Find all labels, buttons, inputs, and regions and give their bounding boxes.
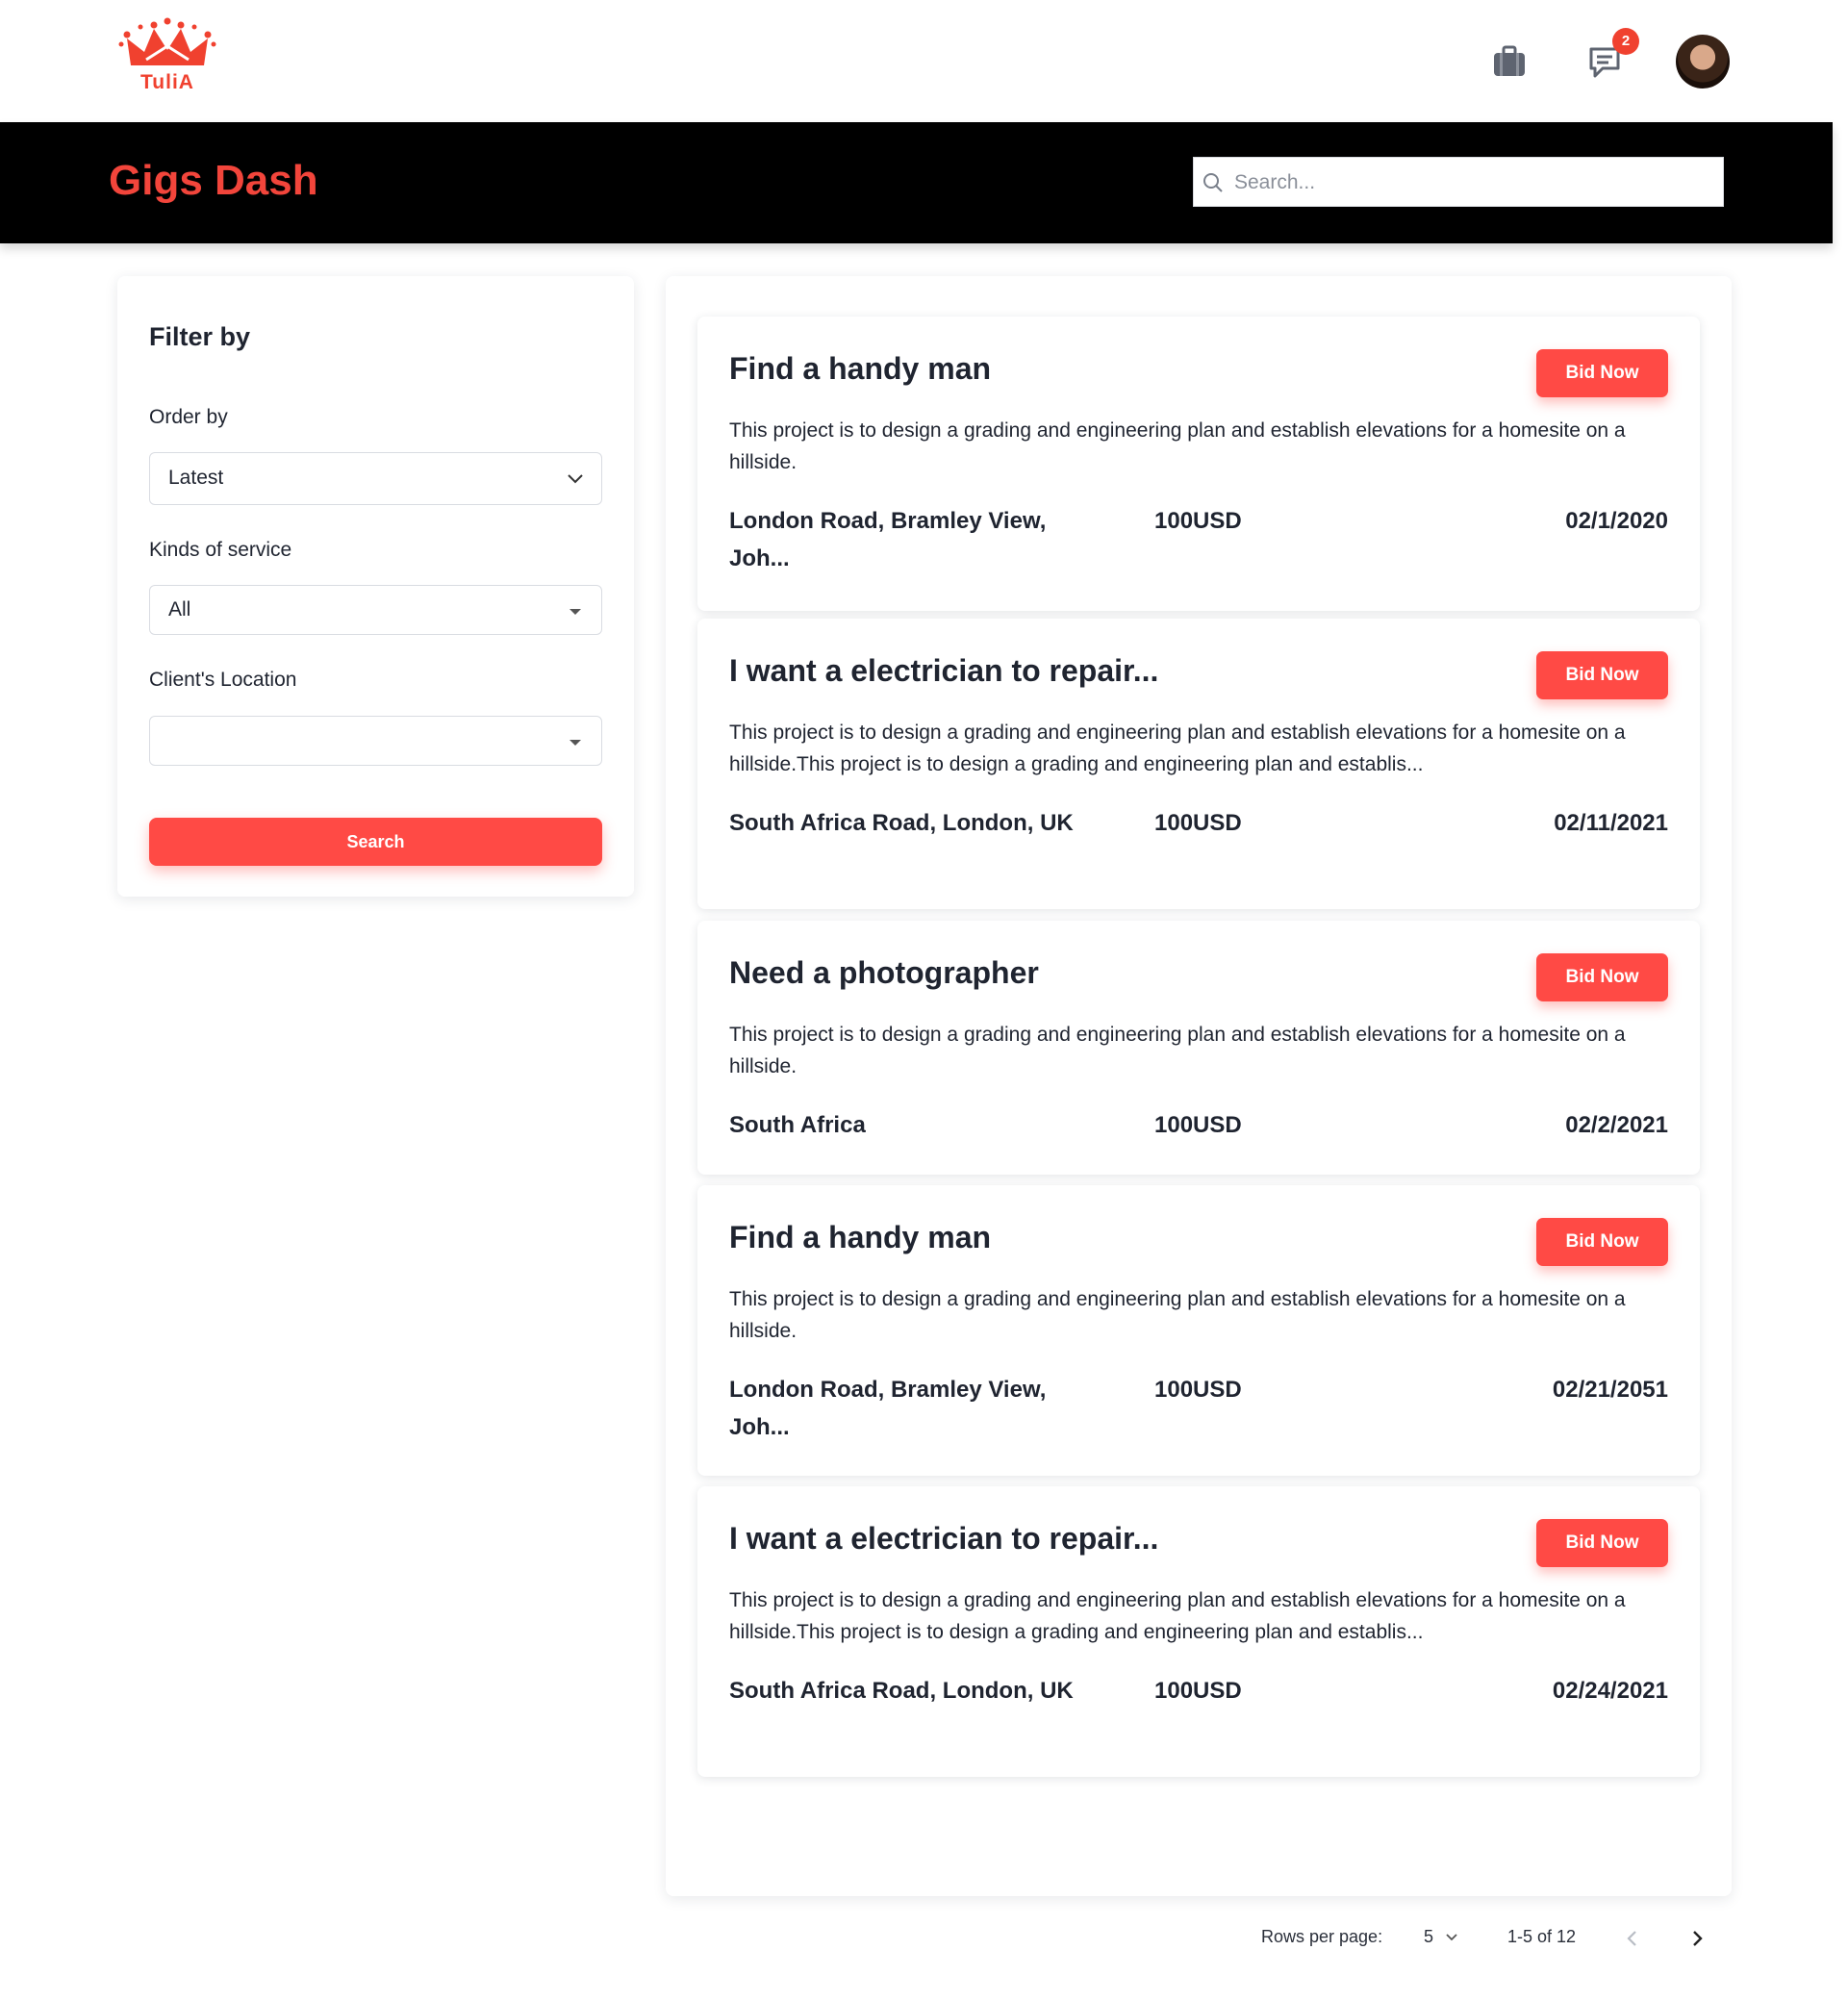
gig-title: Need a photographer	[729, 955, 1039, 990]
bid-now-button[interactable]: Bid Now	[1536, 1519, 1668, 1567]
order-by-select[interactable]: Latest	[149, 452, 602, 505]
page-title: Gigs Dash	[109, 157, 318, 204]
gig-title: Find a handy man	[729, 1220, 992, 1254]
crown-icon	[118, 17, 216, 65]
gig-title: I want a electrician to repair...	[729, 653, 1159, 688]
service-value: All	[168, 598, 191, 621]
order-by-label: Order by	[149, 406, 228, 428]
briefcase-icon[interactable]	[1492, 45, 1527, 78]
rows-per-page-select[interactable]: 5	[1424, 1925, 1462, 1952]
gig-price: 100USD	[1154, 1112, 1242, 1138]
bid-now-button[interactable]: Bid Now	[1536, 1218, 1668, 1266]
gig-location: South Africa	[729, 1112, 866, 1138]
filter-heading: Filter by	[149, 322, 251, 351]
gig-location: South Africa Road, London, UK	[729, 1678, 1074, 1704]
gig-title: I want a electrician to repair...	[729, 1521, 1159, 1556]
prev-page-button[interactable]	[1619, 1925, 1646, 1952]
rows-per-page-value: 5	[1424, 1927, 1434, 1946]
rows-per-page-label: Rows per page:	[1261, 1927, 1383, 1946]
chevron-down-icon	[1446, 1934, 1457, 1941]
bid-now-button[interactable]: Bid Now	[1536, 953, 1668, 1001]
gig-location: London Road, Bramley View, Joh...	[729, 1377, 1047, 1440]
chevron-right-icon	[1693, 1931, 1703, 1946]
service-select[interactable]: All	[149, 585, 602, 635]
service-label: Kinds of service	[149, 539, 292, 561]
notification-badge: 2	[1612, 28, 1639, 55]
user-avatar[interactable]	[1676, 35, 1730, 89]
location-select[interactable]	[149, 716, 602, 766]
gig-title: Find a handy man	[729, 351, 992, 386]
gig-date: 02/24/2021	[1552, 1678, 1668, 1704]
bid-now-button[interactable]: Bid Now	[1536, 651, 1668, 699]
gig-card[interactable]: Find a handy man Bid Now This project is…	[697, 317, 1700, 611]
search-box[interactable]	[1193, 157, 1724, 207]
page-range: 1-5 of 12	[1507, 1927, 1577, 1946]
gig-price: 100USD	[1154, 810, 1242, 836]
gig-card[interactable]: Find a handy man Bid Now This project is…	[697, 1185, 1700, 1476]
gig-description: This project is to design a grading and …	[729, 1589, 1626, 1643]
caret-down-icon	[570, 609, 581, 615]
tulia-logo[interactable]: TuliA	[117, 17, 217, 94]
header-bar: Gigs Dash	[0, 122, 1833, 243]
search-icon	[1203, 173, 1223, 192]
top-navbar: TuliA 2	[0, 0, 1848, 122]
gig-price: 100USD	[1154, 1377, 1242, 1403]
filter-panel: Filter by Order by Latest Kinds of servi…	[117, 276, 634, 897]
order-by-value: Latest	[168, 467, 224, 489]
filter-search-button[interactable]: Search	[149, 818, 602, 866]
next-page-button[interactable]	[1683, 1925, 1710, 1952]
gig-description: This project is to design a grading and …	[729, 1024, 1626, 1077]
gig-location: South Africa Road, London, UK	[729, 810, 1074, 836]
pagination: Rows per page: 5 1-5 of 12	[0, 1919, 1848, 1958]
chevron-left-icon	[1627, 1931, 1636, 1946]
caret-down-icon	[570, 740, 581, 746]
gig-card[interactable]: I want a electrician to repair... Bid No…	[697, 1486, 1700, 1777]
bid-now-button[interactable]: Bid Now	[1536, 349, 1668, 397]
gig-date: 02/1/2020	[1565, 508, 1668, 534]
gig-description: This project is to design a grading and …	[729, 419, 1626, 473]
gig-location: London Road, Bramley View, Joh...	[729, 508, 1047, 571]
search-input[interactable]	[1234, 165, 1715, 200]
gig-description: This project is to design a grading and …	[729, 722, 1626, 775]
gig-card[interactable]: I want a electrician to repair... Bid No…	[697, 619, 1700, 909]
chevron-down-icon	[568, 474, 583, 484]
gig-list-panel: Find a handy man Bid Now This project is…	[666, 276, 1732, 1896]
gig-price: 100USD	[1154, 1678, 1242, 1704]
gig-date: 02/11/2021	[1554, 810, 1668, 836]
logo-text: TuliA	[140, 71, 194, 93]
gig-price: 100USD	[1154, 508, 1242, 534]
gig-date: 02/21/2051	[1552, 1377, 1668, 1403]
location-label: Client's Location	[149, 669, 297, 691]
gig-description: This project is to design a grading and …	[729, 1288, 1626, 1342]
gig-card[interactable]: Need a photographer Bid Now This project…	[697, 921, 1700, 1175]
gig-date: 02/2/2021	[1565, 1112, 1668, 1138]
